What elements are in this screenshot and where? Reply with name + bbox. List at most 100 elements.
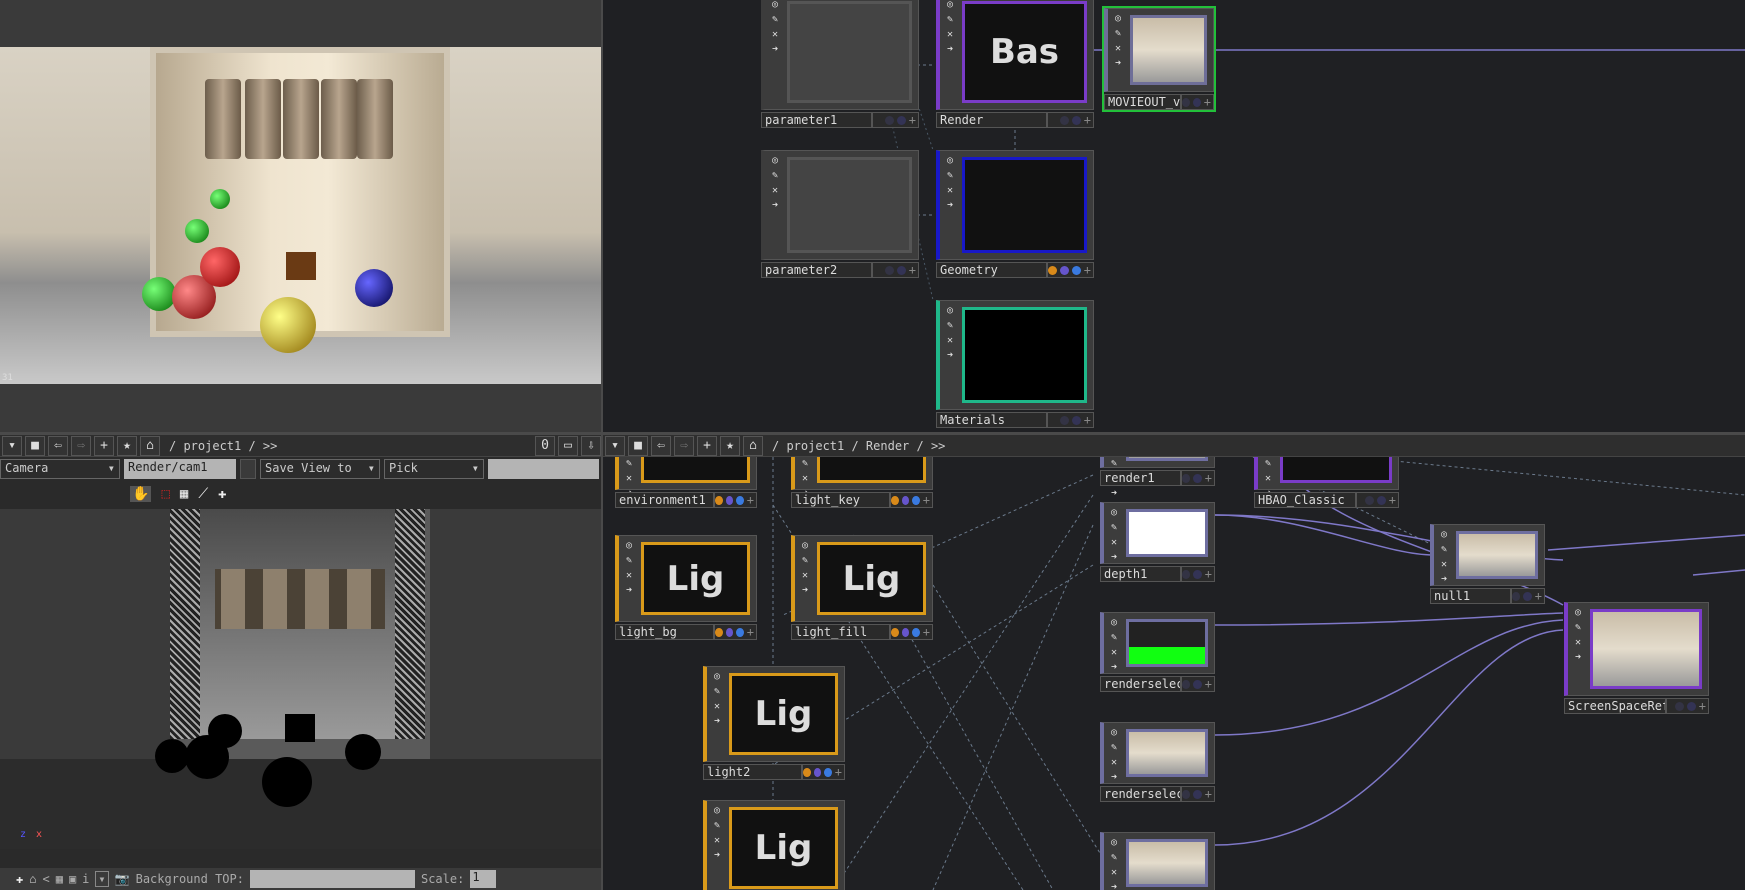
flag-dot[interactable] [803,767,811,777]
edit-icon[interactable]: ✎ [1115,28,1121,39]
node-label[interactable]: light_bg [615,624,715,640]
pick-value-field[interactable] [488,459,599,479]
node-movieout-video[interactable]: ◎ ✎ ✕ ➜ MOVIEOUT_video + [1102,6,1216,112]
edit-icon[interactable]: ✎ [947,320,953,331]
camera-path-field[interactable]: Render/cam1 [124,459,236,479]
flag-dot[interactable] [1181,789,1191,799]
bypass-icon[interactable]: ◎ [1115,13,1121,24]
arrow-icon[interactable]: ➜ [1111,882,1117,890]
add-button[interactable]: + [94,435,114,456]
node-label[interactable]: light_fill [791,624,891,640]
node-label[interactable]: renderselect1 [1100,676,1181,692]
pick-select[interactable]: Pick [384,459,484,479]
flag-dot[interactable] [715,627,723,637]
close-icon[interactable]: ✕ [1111,757,1117,768]
hand-icon[interactable]: ✋ [130,486,152,502]
close-icon[interactable]: ✕ [1115,43,1121,54]
node-label[interactable]: parameter2 [761,262,872,278]
home-icon[interactable]: ⌂ [743,435,763,456]
edit-icon[interactable]: ✎ [802,458,808,469]
flag-dot[interactable] [1047,265,1057,275]
add-icon[interactable]: + [747,625,754,639]
add-icon[interactable]: + [1204,95,1211,109]
node-side-icons[interactable]: ◎ ✎ ✕ ➜ [942,305,958,361]
cube-icon[interactable]: ▣ [69,872,76,886]
node-parameter1[interactable]: ◎ ✎ ✕ ➜ parameter1 + [761,0,919,128]
star-icon[interactable]: ★ [720,435,740,456]
close-icon[interactable]: ✕ [714,701,720,712]
node-light2[interactable]: ◎ ✎ ✕ ➜ Lig light2 + [703,666,845,780]
flag-dot[interactable] [1674,701,1684,711]
home-view-icon[interactable]: ⌂ [29,872,36,886]
grid-icon[interactable]: ▦ [180,486,188,502]
arrow-icon[interactable]: ➜ [1111,552,1117,563]
node-flags[interactable]: + [1046,412,1094,428]
add-icon[interactable]: + [923,625,930,639]
arrow-icon[interactable]: ➜ [714,850,720,861]
edit-icon[interactable]: ✎ [1111,742,1117,753]
forward-icon[interactable]: ⇨ [674,435,694,456]
node-flags[interactable]: + [802,764,845,780]
node-flags[interactable]: + [1180,786,1215,802]
edit-icon[interactable]: ✎ [1111,852,1117,863]
edit-icon[interactable]: ✎ [772,170,778,181]
node-side-icons[interactable]: ◎ ✎ ✕ ➜ [767,0,783,55]
edit-icon[interactable]: ✎ [626,458,632,469]
node-flags[interactable]: + [1180,566,1215,582]
node-label[interactable]: environment1 [615,492,715,508]
edit-icon[interactable]: ✎ [1265,458,1271,469]
bypass-icon[interactable]: ◎ [772,0,778,10]
node-geometry[interactable]: ◎ ✎ ✕ ➜ Geometry + [936,150,1094,278]
node-side-icons[interactable]: ◎ ✎ ✕ ➜ [1110,13,1126,69]
node-body[interactable]: ◎ ✎ ✕ ➜ [1564,602,1709,696]
add-icon[interactable]: + [1205,677,1212,691]
add-icon[interactable]: + [1084,263,1091,277]
flag-dot[interactable] [813,767,822,777]
node-body[interactable]: ◎ ✎ ✕ ➜ Lig [615,535,757,622]
node-body[interactable]: ◎ ✎ ✕ ➜ [1100,502,1215,564]
node-label[interactable]: Render [936,112,1047,128]
bypass-icon[interactable]: ◎ [714,671,720,682]
plus-icon[interactable]: ✚ [218,486,226,502]
edit-icon[interactable]: ✎ [1441,544,1447,555]
close-icon[interactable]: ✕ [947,335,953,346]
node-label[interactable]: parameter1 [761,112,872,128]
flag-dot[interactable] [1193,569,1202,579]
flag-dot[interactable] [896,265,906,275]
node-body[interactable]: ◎ ✎ ✕ ➜ [936,150,1094,260]
arrow-icon[interactable]: ➜ [947,44,953,55]
arrow-icon[interactable]: ➜ [802,585,808,596]
node-label[interactable]: renderselect2 [1100,786,1181,802]
perspective-icon[interactable]: < [42,872,49,886]
arrow-icon[interactable]: ➜ [1111,772,1117,783]
bypass-icon[interactable]: ◎ [1575,607,1581,618]
node-label[interactable]: light2 [703,764,803,780]
flag-dot[interactable] [1686,701,1696,711]
node-body[interactable]: ◎ ✎ ✕ ➜ Bas [936,0,1094,110]
download-icon[interactable]: ⇩ [581,435,601,456]
node-label[interactable]: HBAO_Classic [1254,492,1356,508]
edit-icon[interactable]: ✎ [1111,632,1117,643]
node-flags[interactable]: + [871,262,919,278]
flag-dot[interactable] [912,627,920,637]
add-icon[interactable]: + [835,765,842,779]
flag-dot[interactable] [1071,265,1081,275]
close-icon[interactable]: ✕ [772,29,778,40]
bypass-icon[interactable]: ◎ [1111,617,1117,628]
node-label[interactable]: MOVIEOUT_video [1104,94,1181,110]
flag-dot[interactable] [1193,789,1202,799]
node-body[interactable]: ◎ ✎ ✕ ➜ [936,300,1094,410]
node-renderselect3[interactable]: ◎✎✕➜renderselect3+ [1100,832,1215,890]
bone-icon[interactable]: ⟋ [198,486,208,502]
close-icon[interactable]: ✕ [626,570,632,581]
node-body[interactable]: ◎ ✎ ✕ ➜ [761,150,919,260]
close-icon[interactable]: ✕ [714,835,720,846]
camera-icon[interactable]: 📷 [115,872,130,886]
node-side-icons[interactable]: ◎ ✎ ✕ ➜ [709,671,725,727]
node-screenspacereflection[interactable]: ◎ ✎ ✕ ➜ ScreenSpaceReflection + [1564,602,1709,714]
flag-dot[interactable] [1059,415,1069,425]
info-icon[interactable]: i [82,872,89,886]
node-side-icons[interactable]: ◎ ✎ ✕ ➜ [1106,727,1122,783]
close-icon[interactable]: ✕ [1111,867,1117,878]
flag-dot[interactable] [1192,97,1201,107]
